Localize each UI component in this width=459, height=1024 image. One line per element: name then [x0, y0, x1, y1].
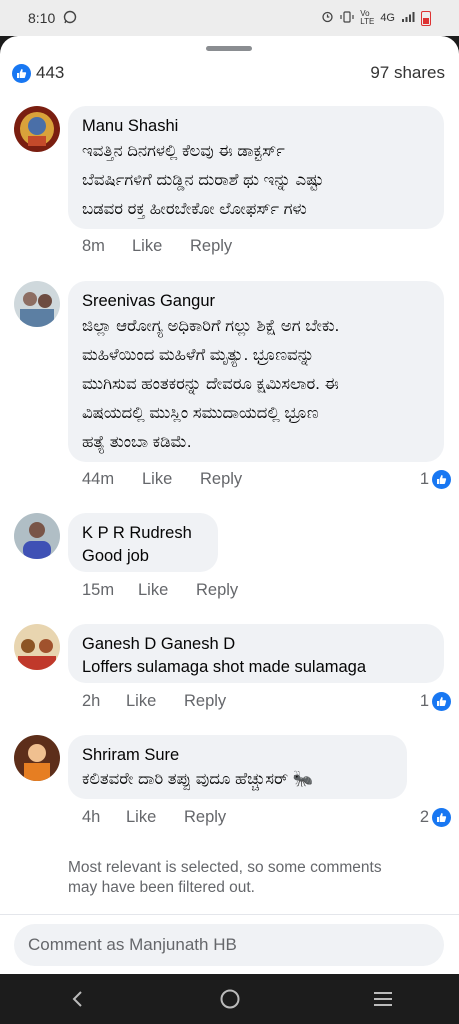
signal-icon [401, 11, 415, 26]
comments-sheet: 443 97 shares Manu Shashi ಇವತ್ತಿನ ದಿನಗಳಲ… [0, 36, 459, 974]
battery-icon [421, 10, 431, 26]
comment-author[interactable]: Sreenivas Gangur [82, 290, 430, 312]
drag-handle[interactable] [206, 46, 252, 51]
reaction-count[interactable]: 1 [420, 692, 451, 711]
comment-bubble[interactable]: Ganesh D Ganesh D Loffers sulamaga shot … [68, 624, 444, 683]
like-button[interactable]: Like [126, 808, 184, 827]
thumbs-up-icon [432, 692, 451, 711]
comment-bubble[interactable]: Manu Shashi ಇವತ್ತಿನ ದಿನಗಳಲ್ಲಿ ಕೆಲವು ಈ ಡಾ… [68, 106, 444, 229]
comment-text-line: ಹತ್ಯೆ ತುಂಬಾ ಕಡಿಮೆ. [82, 433, 192, 451]
avatar[interactable] [14, 624, 60, 670]
post-stats: 443 97 shares [12, 62, 445, 84]
comment-actions: 2h Like Reply [82, 692, 226, 711]
comment-time: 44m [82, 470, 115, 488]
volte-icon: Vo LTE [360, 9, 375, 26]
whatsapp-icon [63, 10, 77, 27]
comment-time: 2h [82, 692, 101, 710]
comment-text-line: ಮಹಿಳೆಯಿಂದ ಮಹಿಳೆಗೆ ಮೃತ್ಯು. ಭ್ರೂಣವನ್ನು [82, 346, 315, 364]
status-bar: 8:10 Vo LTE 4G [0, 0, 459, 36]
comment-actions: 15m Like Reply [82, 581, 238, 600]
shares-count[interactable]: 97 shares [370, 63, 445, 83]
comment-author[interactable]: Shriram Sure [82, 744, 393, 766]
comment-actions: 44m Like Reply [82, 470, 242, 489]
network-type: 4G [380, 12, 395, 24]
like-button[interactable]: Like [132, 237, 190, 256]
comment-bubble[interactable]: K P R Rudresh Good job [68, 513, 218, 572]
avatar[interactable] [14, 513, 60, 559]
thumbs-up-icon [432, 470, 451, 489]
divider [0, 914, 459, 915]
comment-input-placeholder: Comment as Manjunath HB [28, 935, 237, 954]
reaction-number: 1 [419, 692, 429, 710]
reply-button[interactable]: Reply [184, 692, 226, 711]
reply-button[interactable]: Reply [200, 470, 242, 489]
reaction-count[interactable]: 2 [420, 808, 451, 827]
comment-input[interactable]: Comment as Manjunath HB [14, 924, 444, 966]
alarm-icon [321, 10, 334, 26]
system-nav-bar [0, 974, 459, 1024]
comment-text-line: ಬಡವರ ರಕ್ತ ಹೀರಬೇಕೋ ಲೋಫರ್ಸ್ ಗಳು [82, 200, 307, 218]
comment-author[interactable]: Manu Shashi [82, 115, 430, 137]
reaction-number: 2 [419, 808, 429, 826]
comment-bubble[interactable]: Shriram Sure ಕಲಿತವರೇ ದಾರಿ ತಪ್ಪು ವುದೂ ಹೆಚ… [68, 735, 407, 799]
comment-actions: 4h Like Reply [82, 808, 226, 827]
like-button[interactable]: Like [126, 692, 184, 711]
comment-time: 15m [82, 581, 115, 599]
comment-text-line: ಮುಗಿಸುವ ಹಂತಕರನ್ನು ದೇವರೂ ಕ್ಷಮಿಸಲಾರ. ಈ [82, 375, 339, 393]
thumbs-up-icon [432, 808, 451, 827]
reply-button[interactable]: Reply [190, 237, 232, 256]
reply-button[interactable]: Reply [196, 581, 238, 600]
reply-button[interactable]: Reply [184, 808, 226, 827]
like-button[interactable]: Like [138, 581, 196, 600]
comment-author[interactable]: Ganesh D Ganesh D [82, 633, 430, 655]
filter-notice: Most relevant is selected, so some comme… [68, 859, 382, 896]
comment-text-line: ಇವತ್ತಿನ ದಿನಗಳಲ್ಲಿ ಕೆಲವು ಈ ಡಾಕ್ಟರ್ಸ್ [82, 142, 285, 160]
comment-text-line: ಬೆವರ್ಷಿಗಳಿಗೆ ದುಡ್ಡಿನ ದುರಾಶೆ ಥು ಇನ್ನು ಎಷ್… [82, 171, 324, 189]
comment-text-line: Good job [82, 547, 149, 565]
comment-time: 8m [82, 237, 105, 255]
like-button[interactable]: Like [142, 470, 200, 489]
comment-text-line: ಜಿಲ್ಲಾ ಆರೋಗ್ಯ ಅಧಿಕಾರಿಗೆ ಗಲ್ಲು ಶಿಕ್ಷೆ ಅಗ … [82, 317, 340, 335]
vibrate-icon [340, 10, 354, 26]
comment-text-line: ಕಲಿತವರೇ ದಾರಿ ತಪ್ಪು ವುದೂ ಹೆಚ್ಚುಸರ್ 🐜 [82, 770, 314, 788]
comment-text-line: ವಿಷಯದಲ್ಲಿ ಮುಸ್ಲಿಂ ಸಮುದಾಯದಲ್ಲಿ ಭ್ರೂಣ [82, 404, 319, 422]
likes-summary[interactable]: 443 [12, 63, 64, 83]
avatar[interactable] [14, 735, 60, 781]
back-icon[interactable] [57, 984, 97, 1014]
home-icon[interactable] [210, 984, 250, 1014]
reaction-number: 1 [419, 470, 429, 488]
clock: 8:10 [28, 10, 56, 26]
comment-actions: 8m Like Reply [82, 237, 232, 256]
avatar[interactable] [14, 281, 60, 327]
comment-author[interactable]: K P R Rudresh [82, 522, 204, 544]
comment-bubble[interactable]: Sreenivas Gangur ಜಿಲ್ಲಾ ಆರೋಗ್ಯ ಅಧಿಕಾರಿಗೆ… [68, 281, 444, 462]
likes-count: 443 [36, 63, 65, 82]
avatar[interactable] [14, 106, 60, 152]
comment-text-line: Loffers sulamaga shot made sulamaga [82, 658, 367, 676]
recents-menu-icon[interactable] [363, 984, 403, 1014]
reaction-count[interactable]: 1 [420, 470, 451, 489]
thumbs-up-icon [12, 63, 31, 83]
comment-time: 4h [82, 808, 101, 826]
